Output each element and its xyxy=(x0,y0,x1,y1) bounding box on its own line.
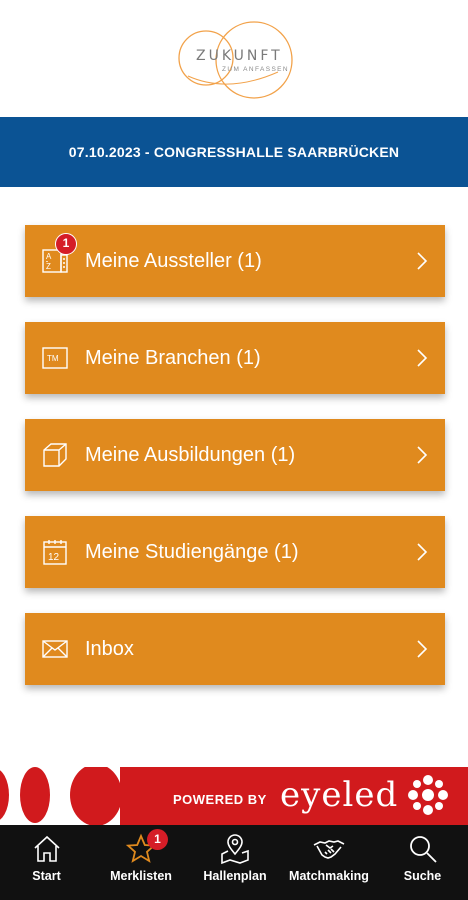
eyeled-wordmark: eyeled xyxy=(280,775,399,815)
notification-badge: 1 xyxy=(147,829,168,850)
menu-item-studiengaenge[interactable]: 12 Meine Studiengänge (1) xyxy=(25,516,445,588)
nav-item-start[interactable]: Start xyxy=(0,825,93,900)
chevron-right-icon xyxy=(415,638,429,660)
nav-label: Hallenplan xyxy=(203,869,267,883)
chevron-right-icon xyxy=(415,347,429,369)
handshake-icon xyxy=(313,833,345,865)
cube-icon xyxy=(41,441,69,469)
nav-item-hallenplan[interactable]: Hallenplan xyxy=(189,825,281,900)
trademark-icon: TM xyxy=(41,344,69,372)
nav-item-suche[interactable]: Suche xyxy=(377,825,468,900)
menu-item-label: Meine Studiengänge (1) xyxy=(85,541,299,563)
logo-line-1: ZUKUNFT xyxy=(196,48,283,64)
menu-item-aussteller[interactable]: A Z 1 Meine Aussteller (1) xyxy=(25,225,445,297)
calendar-day: 12 xyxy=(48,552,60,563)
nav-label: Matchmaking xyxy=(289,869,369,883)
powered-by-banner[interactable]: POWERED BY eyeled xyxy=(0,767,468,825)
nav-label: Start xyxy=(32,869,61,883)
menu-item-label: Meine Ausbildungen (1) xyxy=(85,444,296,466)
event-banner-text: 07.10.2023 - CONGRESSHALLE SAARBRÜCKEN xyxy=(68,144,400,160)
nav-item-merklisten[interactable]: 1 Merklisten xyxy=(93,825,189,900)
chevron-right-icon xyxy=(415,541,429,563)
chevron-right-icon xyxy=(415,444,429,466)
chevron-right-icon xyxy=(415,250,429,272)
event-banner: 07.10.2023 - CONGRESSHALLE SAARBRÜCKEN xyxy=(0,117,468,187)
logo-line-2: ZUM ANFASSEN xyxy=(222,66,290,73)
envelope-icon xyxy=(41,635,69,663)
main-menu: A Z 1 Meine Aussteller (1) TM Meine Bran… xyxy=(25,225,445,710)
eyeled-logo-icon xyxy=(408,775,448,815)
menu-item-label: Meine Branchen (1) xyxy=(85,347,261,369)
menu-item-branchen[interactable]: TM Meine Branchen (1) xyxy=(25,322,445,394)
svg-text:A: A xyxy=(46,252,52,261)
search-icon xyxy=(407,833,439,865)
svg-text:TM: TM xyxy=(47,354,59,363)
map-pin-icon xyxy=(219,833,251,865)
bottom-navigation: Start 1 Merklisten Hallenplan Matchmakin… xyxy=(0,825,468,900)
header: ZUKUNFT ZUM ANFASSEN xyxy=(0,0,468,117)
menu-item-label: Inbox xyxy=(85,638,134,660)
menu-item-ausbildungen[interactable]: Meine Ausbildungen (1) xyxy=(25,419,445,491)
menu-item-label: Meine Aussteller (1) xyxy=(85,250,262,272)
app-logo: ZUKUNFT ZUM ANFASSEN xyxy=(168,14,300,102)
calendar-icon: 12 xyxy=(41,538,69,566)
svg-text:Z: Z xyxy=(46,262,51,271)
notification-badge: 1 xyxy=(55,233,77,255)
powered-by-label: POWERED BY xyxy=(173,792,267,807)
menu-item-inbox[interactable]: Inbox xyxy=(25,613,445,685)
decorative-ovals xyxy=(0,767,120,825)
nav-label: Merklisten xyxy=(110,869,172,883)
home-icon xyxy=(31,833,63,865)
nav-item-matchmaking[interactable]: Matchmaking xyxy=(281,825,377,900)
nav-label: Suche xyxy=(403,869,442,883)
